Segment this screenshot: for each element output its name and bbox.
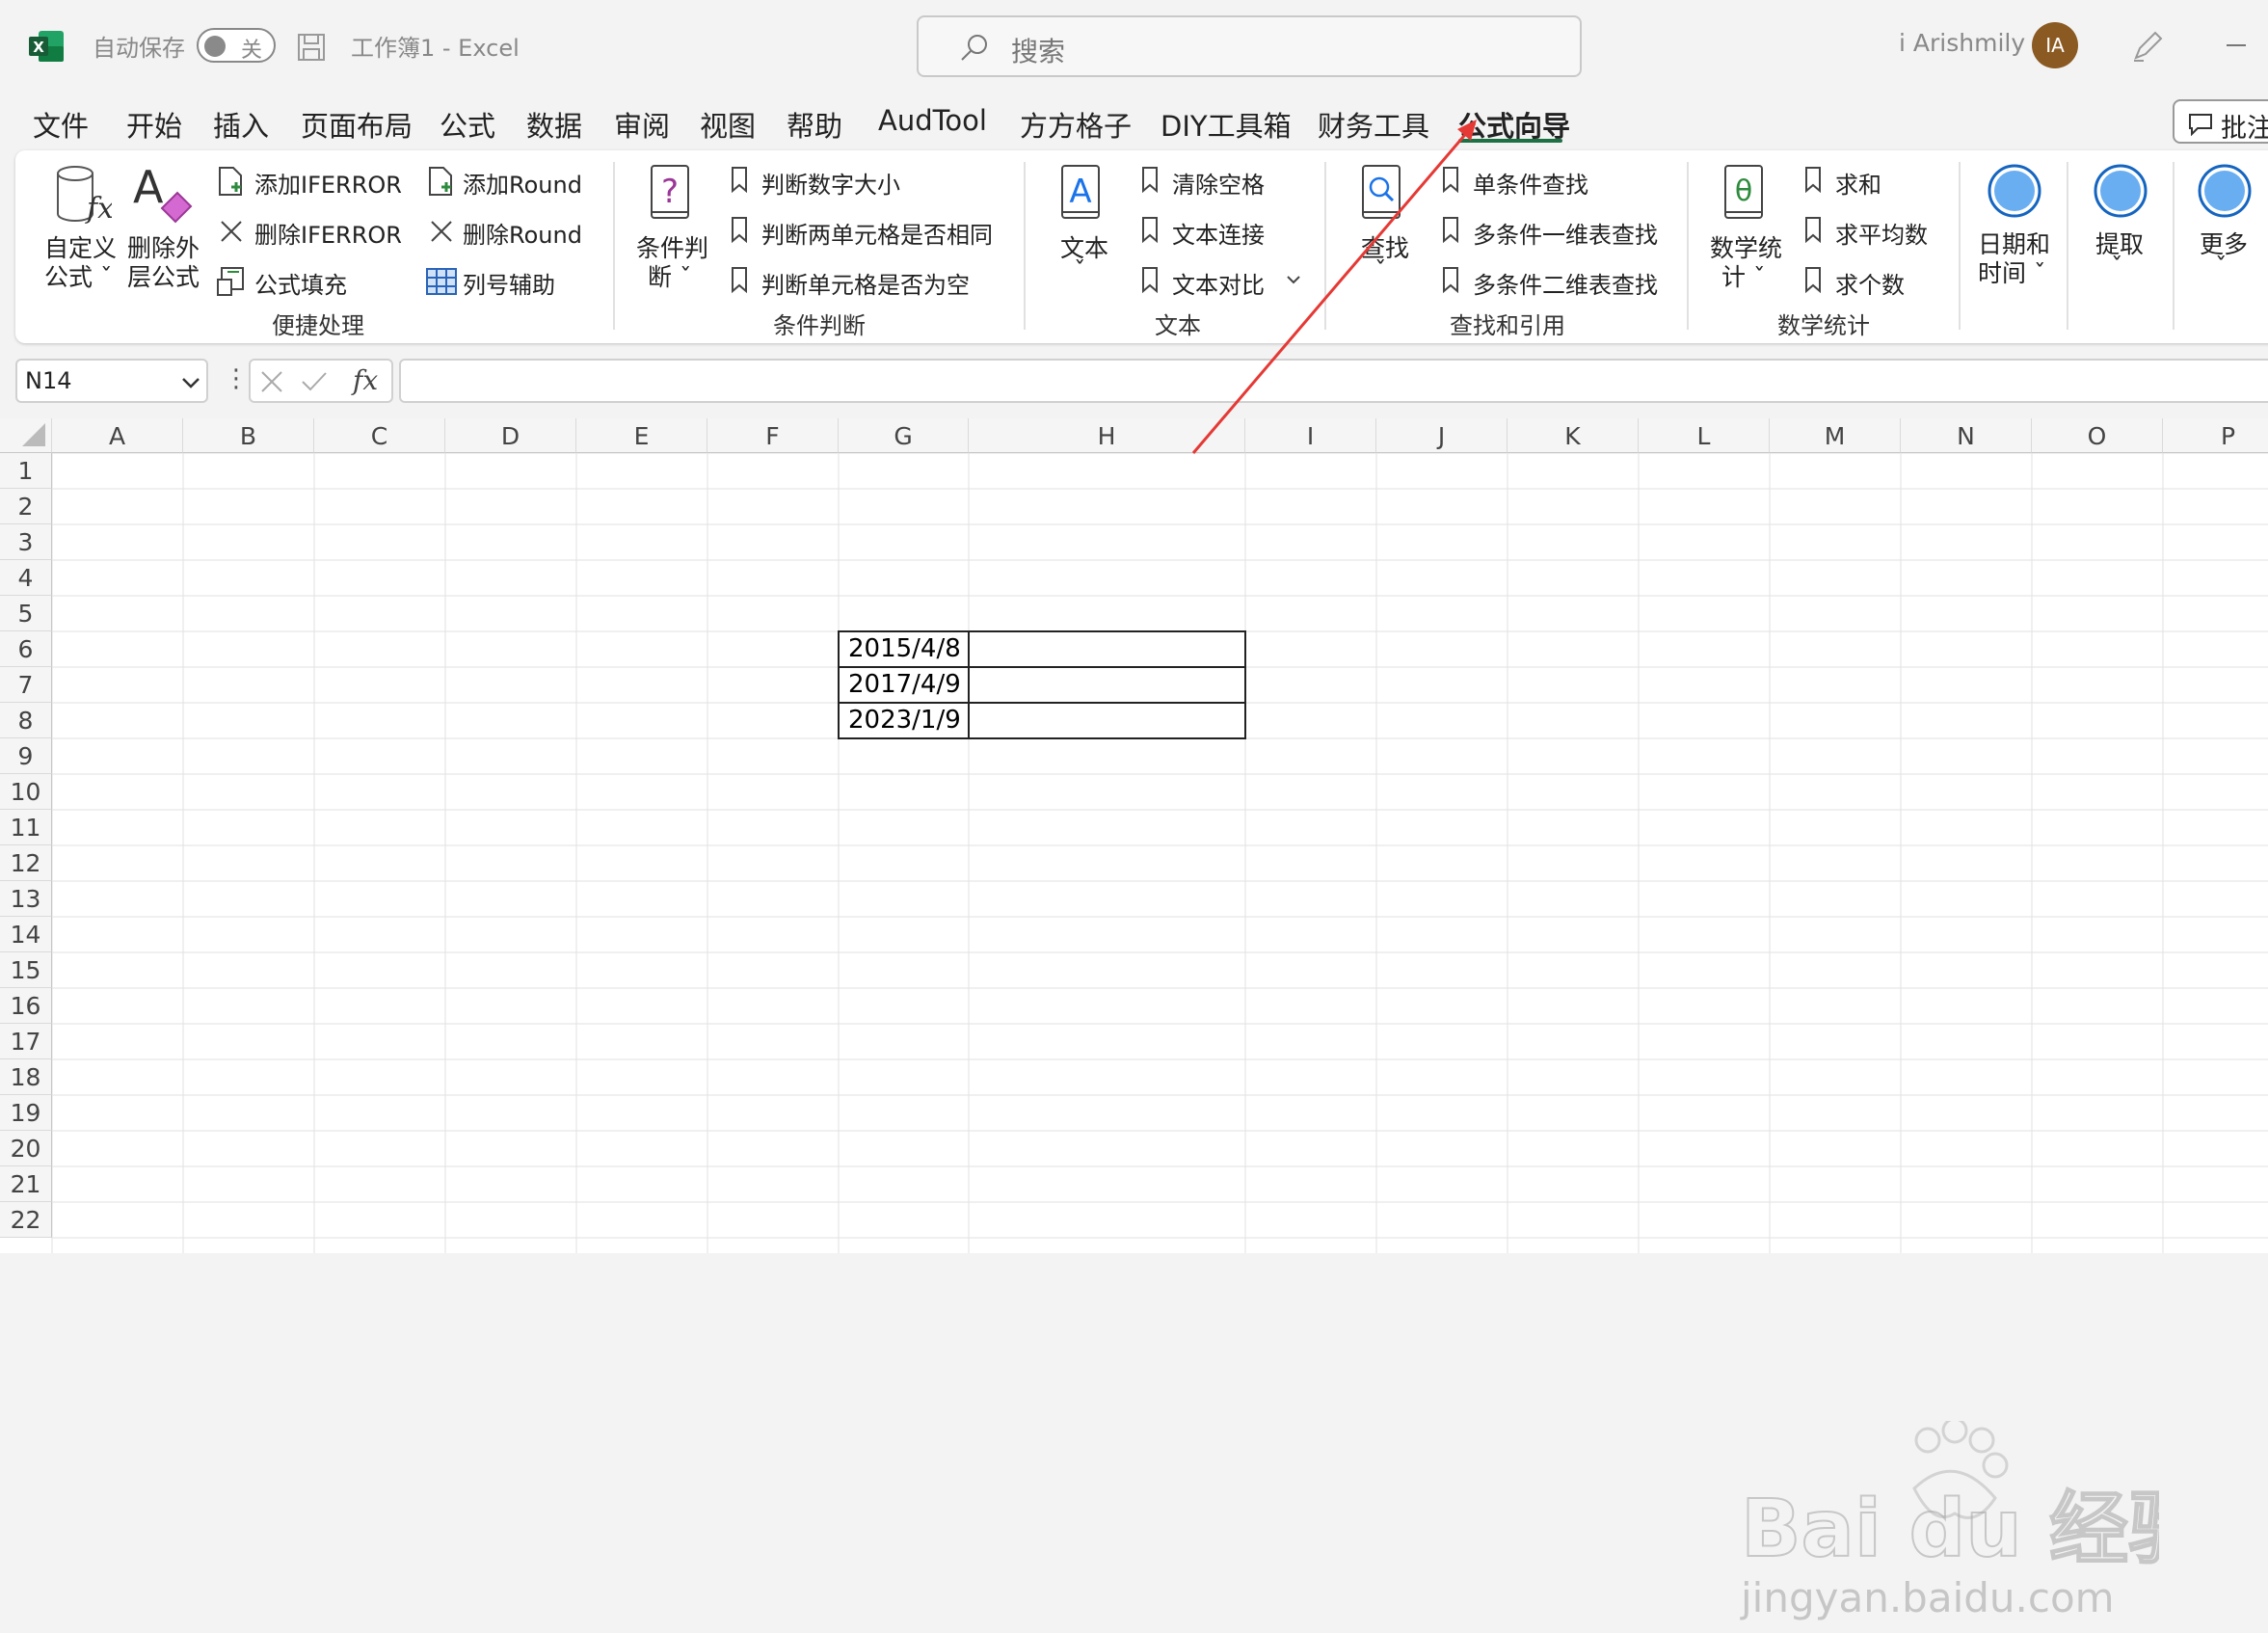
watermark-url: jingyan.baidu.com (1740, 1574, 2115, 1621)
baidu-watermark: Bai du 经验 jingyan.baidu.com (1740, 1421, 2159, 1621)
annotation-arrow (1191, 120, 1477, 454)
watermark-brand: Bai du 经验 (1741, 1484, 2159, 1575)
